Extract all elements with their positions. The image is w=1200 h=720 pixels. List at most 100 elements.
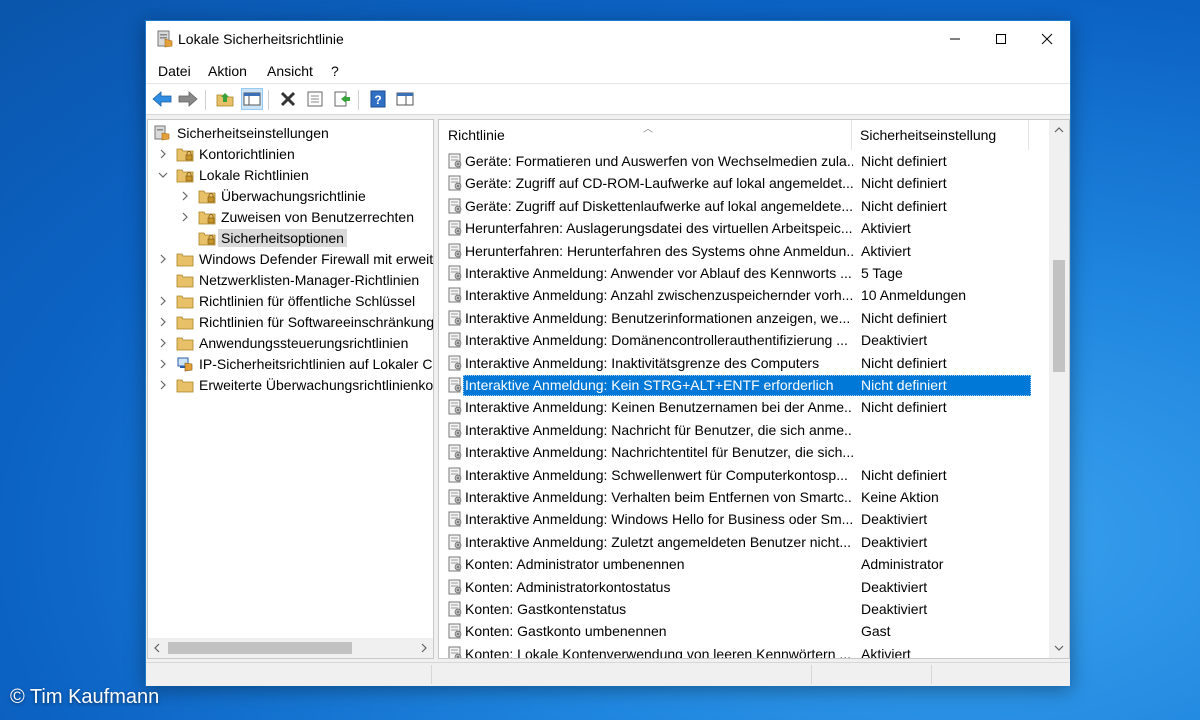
scrollbar-thumb[interactable] — [1053, 260, 1065, 372]
menu-datei[interactable]: Datei — [158, 63, 191, 79]
policy-row[interactable]: Interaktive Anmeldung: Schwellenwert für… — [445, 465, 1031, 486]
policy-row[interactable]: Konten: Gastkonto umbenennen Gast — [445, 621, 1031, 642]
policy-row[interactable]: Interaktive Anmeldung: Nachrichtentitel … — [445, 442, 1031, 463]
policy-icon — [448, 511, 462, 527]
policy-row[interactable]: Interaktive Anmeldung: Benutzerinformati… — [445, 308, 1031, 329]
policy-row[interactable]: Konten: Administrator umbenennen Administ… — [445, 554, 1031, 575]
tree-item-kontorichtlinien[interactable]: Kontorichtlinien — [156, 143, 295, 164]
policy-row[interactable]: Geräte: Zugriff auf Diskettenlaufwerke a… — [445, 196, 1031, 217]
view-button[interactable] — [394, 88, 416, 110]
column-header-sicherheitseinstellung[interactable]: Sicherheitseinstellung — [852, 120, 1029, 150]
folder-icon — [176, 337, 194, 350]
delete-button[interactable] — [277, 88, 299, 110]
expand-icon[interactable] — [156, 294, 170, 308]
security-settings-icon — [154, 125, 170, 140]
export-list-button[interactable] — [331, 88, 353, 110]
expand-icon[interactable] — [156, 147, 170, 161]
scroll-left-icon[interactable] — [153, 643, 161, 653]
policy-row[interactable]: Interaktive Anmeldung: Nachricht für Ben… — [445, 420, 1031, 441]
tree-item-ueberwachungsrichtlinie[interactable]: Überwachungsrichtlinie — [178, 185, 366, 206]
ip-security-icon — [177, 357, 193, 371]
scrollbar-thumb[interactable] — [168, 642, 352, 654]
folder-icon — [176, 379, 194, 392]
expand-icon[interactable] — [178, 210, 192, 224]
policy-setting: Nicht definiert — [861, 399, 947, 416]
menu-ansicht[interactable]: Ansicht — [267, 63, 313, 79]
expand-icon[interactable] — [178, 189, 192, 203]
policy-setting: 10 Anmeldungen — [861, 287, 967, 304]
scroll-down-icon[interactable] — [1054, 644, 1064, 652]
policy-row[interactable]: Konten: Administratorkontostatus Deaktivi… — [445, 577, 1031, 598]
policy-row[interactable]: Konten: Gastkontenstatus Deaktiviert — [445, 599, 1031, 620]
scroll-up-icon[interactable] — [1054, 126, 1064, 134]
expand-icon[interactable] — [156, 357, 170, 371]
close-button[interactable] — [1024, 21, 1070, 57]
menu-help[interactable]: ? — [331, 63, 339, 79]
tree-item-anwendungssteuerung[interactable]: Anwendungssteuerungsrichtlinien — [156, 332, 408, 353]
tree-item-firewall[interactable]: Windows Defender Firewall mit erweite — [156, 248, 433, 269]
policy-icon — [448, 422, 462, 438]
expand-icon[interactable] — [156, 252, 170, 266]
policy-list-pane[interactable]: Richtlinie ︿ Sicherheitseinstellung Gerä… — [438, 119, 1070, 659]
list-vertical-scrollbar[interactable] — [1049, 120, 1069, 658]
tree-item-netzwerklisten[interactable]: Netzwerklisten-Manager-Richtlinien — [156, 269, 419, 290]
policy-row[interactable]: Interaktive Anmeldung: Kein STRG+ALT+ENT… — [445, 375, 1031, 396]
properties-button[interactable] — [304, 88, 326, 110]
help-button[interactable]: ? — [367, 88, 389, 110]
tree-item-ip-sicherheit[interactable]: IP-Sicherheitsrichtlinien auf Lokaler Cc — [156, 353, 433, 374]
policy-row[interactable]: Interaktive Anmeldung: Windows Hello for… — [445, 509, 1031, 530]
policy-row[interactable]: Interaktive Anmeldung: Verhalten beim En… — [445, 487, 1031, 508]
locked-folder-icon — [198, 232, 216, 245]
policy-row[interactable]: Konten: Lokale Kontenverwendung von leer… — [445, 644, 1031, 658]
folder-icon — [176, 316, 194, 329]
policy-row[interactable]: Interaktive Anmeldung: Anwender vor Abla… — [445, 263, 1031, 284]
policy-row[interactable]: Geräte: Formatieren und Auswerfen von We… — [445, 151, 1031, 172]
tree-item-benutzerrechte[interactable]: Zuweisen von Benutzerrechten — [178, 206, 414, 227]
menu-aktion[interactable]: Aktion — [208, 63, 247, 79]
policy-row[interactable]: Interaktive Anmeldung: Keinen Benutzerna… — [445, 397, 1031, 418]
minimize-button[interactable] — [932, 21, 978, 57]
forward-button[interactable] — [177, 88, 199, 110]
forward-icon — [178, 91, 198, 107]
back-icon — [152, 91, 172, 107]
policy-icon — [448, 399, 462, 415]
policy-name: Interaktive Anmeldung: Windows Hello for… — [465, 511, 853, 528]
policy-setting: Keine Aktion — [861, 489, 939, 505]
tree-pane[interactable]: Sicherheitseinstellungen Kontorichtlinie… — [147, 119, 434, 659]
policy-icon — [448, 175, 462, 191]
up-folder-button[interactable] — [214, 88, 236, 110]
maximize-icon — [996, 34, 1006, 44]
title-bar[interactable]: Lokale Sicherheitsrichtlinie — [146, 21, 1070, 57]
policy-icon — [448, 265, 462, 281]
policy-row[interactable]: Herunterfahren: Auslagerungsdatei des vi… — [445, 218, 1031, 239]
show-hide-tree-button[interactable] — [241, 88, 263, 110]
tree-item-lokale-richtlinien[interactable]: Lokale Richtlinien — [156, 164, 309, 185]
sort-ascending-icon: ︿ — [643, 124, 653, 135]
policy-row[interactable]: Herunterfahren: Herunterfahren des Syste… — [445, 241, 1031, 262]
policy-icon — [448, 332, 462, 348]
policy-row[interactable]: Interaktive Anmeldung: Inaktivitätsgrenz… — [445, 353, 1031, 374]
tree-item-erweiterte-ueberwachung[interactable]: Erweiterte Überwachungsrichtlinienko — [156, 374, 433, 395]
app-icon — [157, 30, 173, 48]
tree-item-oeffentliche-schluessel[interactable]: Richtlinien für öffentliche Schlüssel — [156, 290, 415, 311]
expand-icon[interactable] — [156, 315, 170, 329]
expand-icon[interactable] — [156, 336, 170, 350]
tree-root[interactable]: Sicherheitseinstellungen — [154, 122, 329, 143]
maximize-button[interactable] — [978, 21, 1024, 57]
scroll-right-icon[interactable] — [420, 643, 428, 653]
policy-name: Interaktive Anmeldung: Kein STRG+ALT+ENT… — [465, 377, 834, 393]
collapse-icon[interactable] — [156, 168, 170, 182]
policy-setting: Gast — [861, 623, 891, 640]
tree-horizontal-scrollbar[interactable] — [148, 638, 433, 658]
policy-row[interactable]: Interaktive Anmeldung: Domänencontroller… — [445, 330, 1031, 351]
back-button[interactable] — [151, 88, 173, 110]
tree-item-softwareeinschraenkung[interactable]: Richtlinien für Softwareeinschränkung — [156, 311, 433, 332]
policy-setting: Aktiviert — [861, 242, 911, 259]
tree-item-sicherheitsoptionen[interactable]: Sicherheitsoptionen — [178, 227, 347, 248]
policy-setting: Nicht definiert — [861, 377, 947, 393]
policy-name: Konten: Administrator umbenennen — [465, 556, 685, 573]
expand-icon[interactable] — [156, 378, 170, 392]
policy-row[interactable]: Interaktive Anmeldung: Zuletzt angemelde… — [445, 532, 1031, 553]
policy-row[interactable]: Geräte: Zugriff auf CD-ROM-Laufwerke auf… — [445, 173, 1031, 194]
policy-row[interactable]: Interaktive Anmeldung: Anzahl zwischenzu… — [445, 285, 1031, 306]
